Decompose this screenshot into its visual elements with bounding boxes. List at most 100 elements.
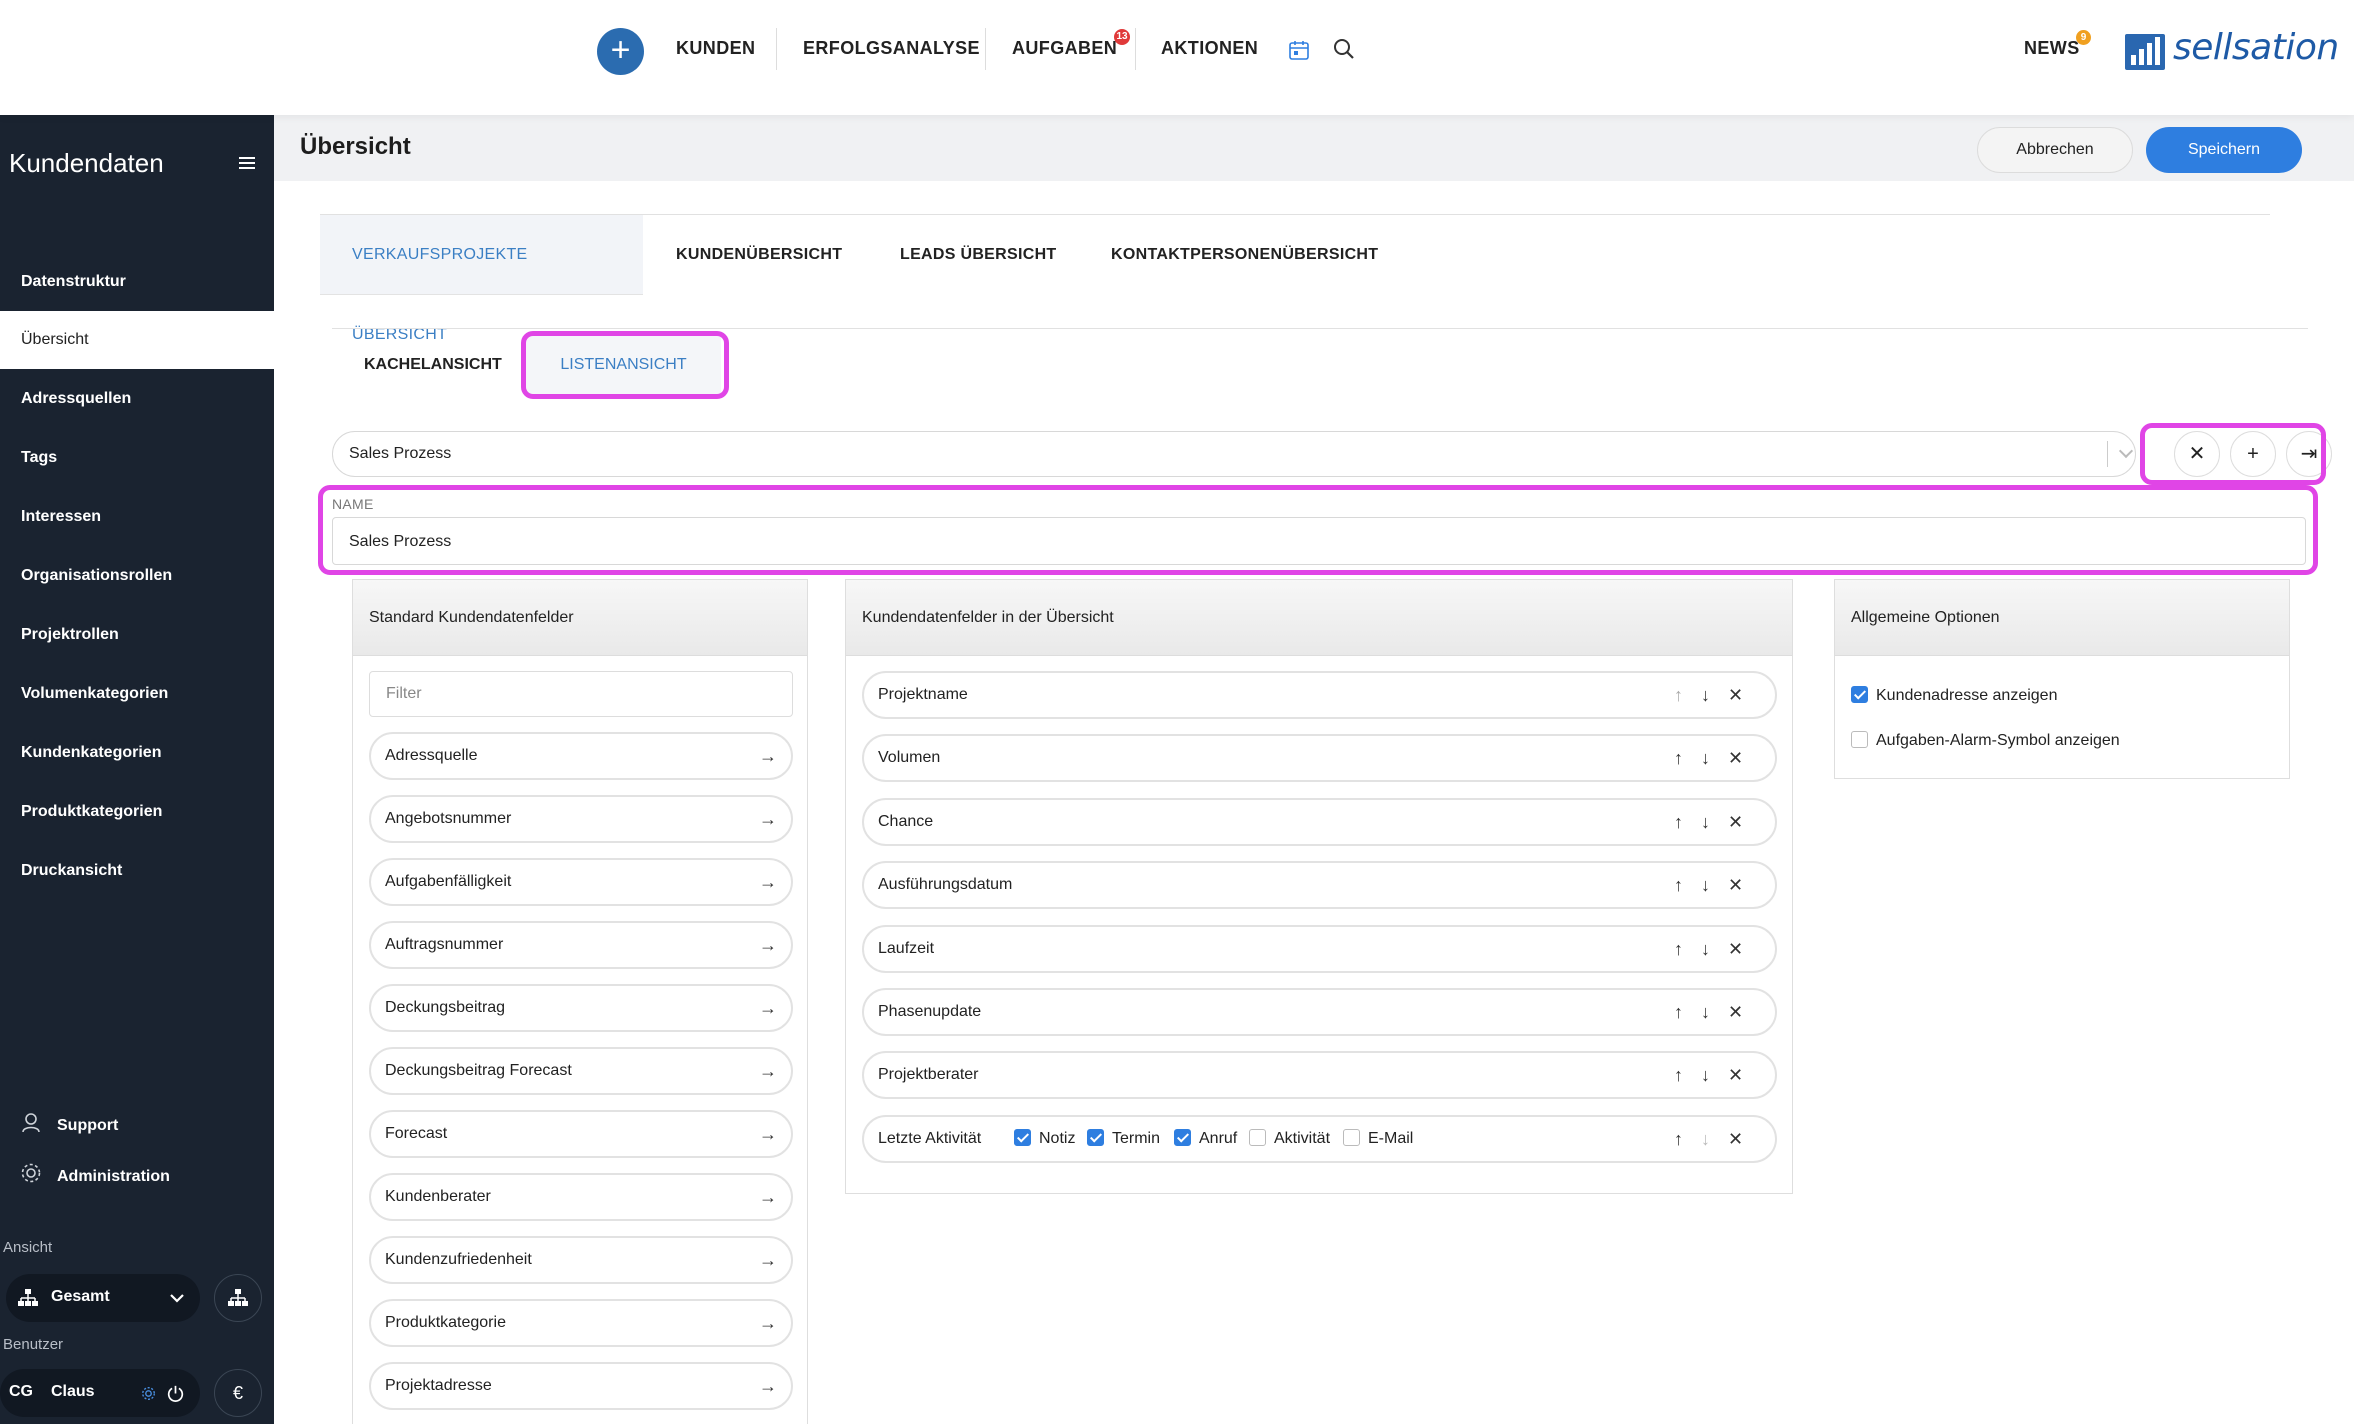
field-item[interactable]: Deckungsbeitrag Forecast →	[369, 1047, 793, 1095]
arrow-right-icon[interactable]: →	[759, 986, 777, 1030]
checkbox[interactable]	[1343, 1129, 1360, 1146]
close-icon[interactable]: ✕	[1728, 863, 1743, 907]
arrow-up-icon[interactable]: ↑	[1674, 990, 1683, 1034]
sidebar-item-uebersicht[interactable]: Übersicht	[0, 311, 274, 369]
news-link[interactable]: NEWS	[2024, 38, 2080, 64]
arrow-right-icon[interactable]: →	[759, 860, 777, 904]
power-icon[interactable]	[167, 1385, 184, 1402]
option-kundenadresse[interactable]: Kundenadresse anzeigen	[1851, 686, 2057, 705]
checkbox-anruf[interactable]: Anruf	[1174, 1117, 1237, 1161]
arrow-up-icon[interactable]: ↑	[1674, 863, 1683, 907]
save-button[interactable]: Speichern	[2146, 127, 2302, 173]
arrow-right-icon[interactable]: →	[759, 1238, 777, 1282]
arrow-right-icon[interactable]: →	[759, 923, 777, 967]
nav-divider	[1135, 28, 1136, 70]
arrow-up-icon[interactable]: ↑	[1674, 927, 1683, 971]
arrow-up-icon[interactable]: ↑	[1674, 1053, 1683, 1097]
arrow-down-icon[interactable]: ↓	[1701, 863, 1710, 907]
arrow-down-icon[interactable]: ↓	[1701, 927, 1710, 971]
sidebar-item-organisationsrollen[interactable]: Organisationsrollen	[0, 547, 274, 605]
field-item[interactable]: Kundenberater →	[369, 1173, 793, 1221]
close-icon[interactable]: ✕	[1728, 736, 1743, 780]
support-link[interactable]: Support	[57, 1117, 118, 1135]
arrow-up-icon[interactable]: ↑	[1674, 1117, 1683, 1161]
menu-icon[interactable]	[239, 157, 255, 169]
sidebar-item-interessen[interactable]: Interessen	[0, 488, 274, 546]
checkbox-email[interactable]: E-Mail	[1343, 1117, 1413, 1161]
field-item[interactable]: Adressquelle →	[369, 732, 793, 780]
calendar-icon[interactable]	[1288, 39, 1310, 61]
option-aufgaben-alarm[interactable]: Aufgaben-Alarm-Symbol anzeigen	[1851, 731, 2120, 750]
field-item[interactable]: Auftragsnummer →	[369, 921, 793, 969]
arrow-right-icon[interactable]: →	[759, 1175, 777, 1219]
tab-kundenuebersicht[interactable]: KUNDENÜBERSICHT	[676, 215, 842, 295]
close-icon[interactable]: ✕	[1728, 800, 1743, 844]
arrow-up-icon[interactable]: ↑	[1674, 736, 1683, 780]
close-icon[interactable]: ✕	[1728, 1053, 1743, 1097]
close-icon[interactable]: ✕	[1728, 673, 1743, 717]
arrow-down-icon[interactable]: ↓	[1701, 1117, 1710, 1161]
search-icon[interactable]	[1333, 38, 1355, 60]
org-chart-button[interactable]	[214, 1274, 262, 1322]
checkbox[interactable]	[1087, 1129, 1104, 1146]
cancel-button[interactable]: Abbrechen	[1977, 127, 2133, 173]
sidebar-item-volumenkategorien[interactable]: Volumenkategorien	[0, 665, 274, 723]
tab-leads[interactable]: LEADS ÜBERSICHT	[900, 215, 1057, 295]
sidebar-item-kundenkategorien[interactable]: Kundenkategorien	[0, 724, 274, 782]
field-item[interactable]: Projektadresse →	[369, 1362, 793, 1410]
checkbox-notiz[interactable]: Notiz	[1014, 1117, 1075, 1161]
close-icon[interactable]: ✕	[1728, 927, 1743, 971]
nav-erfolgsanalyse[interactable]: ERFOLGSANALYSE	[803, 38, 980, 64]
checkbox[interactable]	[1014, 1129, 1031, 1146]
tab-kontaktpersonen[interactable]: KONTAKTPERSONENÜBERSICHT	[1111, 215, 1378, 295]
field-item[interactable]: Produktkategorie →	[369, 1299, 793, 1347]
administration-link[interactable]: Administration	[57, 1168, 170, 1186]
checkbox[interactable]	[1851, 686, 1868, 703]
arrow-right-icon[interactable]: →	[759, 797, 777, 841]
arrow-down-icon[interactable]: ↓	[1701, 800, 1710, 844]
arrow-right-icon[interactable]: →	[759, 1364, 777, 1408]
arrow-right-icon[interactable]: →	[759, 1049, 777, 1093]
filter-input[interactable]: Filter	[369, 671, 793, 717]
arrow-right-icon[interactable]: →	[759, 734, 777, 778]
view-template-select[interactable]: Sales Prozess	[332, 431, 2136, 477]
add-button[interactable]: +	[597, 28, 644, 75]
arrow-right-icon[interactable]: →	[759, 1112, 777, 1156]
user-settings-icon[interactable]	[141, 1386, 156, 1401]
sidebar-item-druckansicht[interactable]: Druckansicht	[0, 842, 274, 900]
arrow-down-icon[interactable]: ↓	[1701, 990, 1710, 1034]
arrow-up-icon[interactable]: ↑	[1674, 673, 1683, 717]
checkbox[interactable]	[1174, 1129, 1191, 1146]
subtab-kachelansicht[interactable]: KACHELANSICHT	[364, 335, 502, 395]
checkbox[interactable]	[1851, 731, 1868, 748]
chevron-down-icon[interactable]	[2118, 443, 2134, 459]
user-pill[interactable]: CG Claus	[0, 1369, 200, 1417]
arrow-right-icon[interactable]: →	[759, 1301, 777, 1345]
field-item[interactable]: Forecast →	[369, 1110, 793, 1158]
arrow-up-icon[interactable]: ↑	[1674, 800, 1683, 844]
sidebar-item-projektrollen[interactable]: Projektrollen	[0, 606, 274, 664]
arrow-down-icon[interactable]: ↓	[1701, 1053, 1710, 1097]
currency-button[interactable]: €	[214, 1369, 262, 1417]
arrow-down-icon[interactable]: ↓	[1701, 673, 1710, 717]
sidebar-item-tags[interactable]: Tags	[0, 429, 274, 487]
nav-kunden[interactable]: KUNDEN	[676, 38, 755, 64]
field-label: Laufzeit	[878, 940, 935, 957]
checkbox-termin[interactable]: Termin	[1087, 1117, 1160, 1161]
nav-aufgaben[interactable]: AUFGABEN	[1012, 38, 1117, 64]
view-selector[interactable]: Gesamt	[6, 1274, 200, 1322]
nav-aktionen[interactable]: AKTIONEN	[1161, 38, 1258, 64]
arrow-down-icon[interactable]: ↓	[1701, 736, 1710, 780]
checkbox-aktivitaet[interactable]: Aktivität	[1249, 1117, 1330, 1161]
sidebar-item-datenstruktur[interactable]: Datenstruktur	[0, 253, 274, 311]
checkbox[interactable]	[1249, 1129, 1266, 1146]
sidebar-item-produktkategorien[interactable]: Produktkategorien	[0, 783, 274, 841]
sidebar-item-adressquellen[interactable]: Adressquellen	[0, 370, 274, 428]
field-item[interactable]: Aufgabenfälligkeit →	[369, 858, 793, 906]
tab-verkaufsprojekte[interactable]: VERKAUFSPROJEKTE ÜBERSICHT	[320, 215, 643, 343]
field-item[interactable]: Kundenzufriedenheit →	[369, 1236, 793, 1284]
field-item[interactable]: Angebotsnummer →	[369, 795, 793, 843]
close-icon[interactable]: ✕	[1728, 1117, 1743, 1161]
field-item[interactable]: Deckungsbeitrag →	[369, 984, 793, 1032]
close-icon[interactable]: ✕	[1728, 990, 1743, 1034]
